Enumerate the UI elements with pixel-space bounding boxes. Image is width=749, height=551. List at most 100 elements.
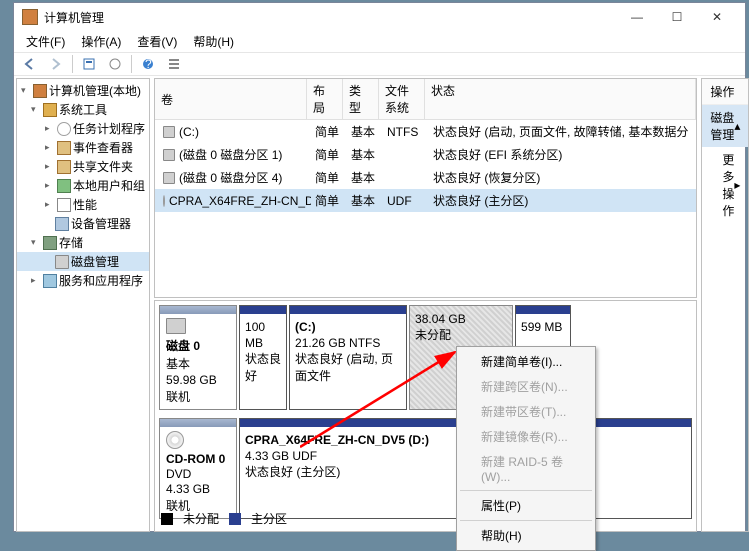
menu-view[interactable]: 查看(V) bbox=[131, 31, 183, 52]
titlebar: 计算机管理 — ☐ ✕ bbox=[14, 3, 745, 31]
cell-status: 状态良好 (主分区) bbox=[429, 191, 692, 210]
table-row[interactable]: (C:) 简单 基本 NTFS 状态良好 (启动, 页面文件, 故障转储, 基本… bbox=[155, 120, 696, 143]
tree-storage[interactable]: ▾ 存储 bbox=[17, 233, 149, 252]
expand-icon[interactable]: ▸ bbox=[45, 142, 55, 153]
table-row[interactable]: (磁盘 0 磁盘分区 1) 简单 基本 状态良好 (EFI 系统分区) bbox=[155, 143, 696, 166]
volume-list[interactable]: 卷 布局 类型 文件系统 状态 (C:) 简单 基本 NTFS 状态良好 (启动… bbox=[154, 78, 697, 298]
menu-help[interactable]: 帮助(H) bbox=[459, 523, 593, 548]
col-type[interactable]: 类型 bbox=[343, 79, 379, 119]
expand-icon[interactable]: ▾ bbox=[21, 85, 31, 96]
nav-tree[interactable]: ▾ 计算机管理(本地) ▾ 系统工具 ▸ 任务计划程序 ▸ 事件查看器 ▸ bbox=[16, 78, 150, 532]
tree-disk-management[interactable]: 磁盘管理 bbox=[17, 252, 149, 271]
menu-separator bbox=[460, 490, 592, 491]
cell-status: 状态良好 (EFI 系统分区) bbox=[429, 145, 692, 164]
tree-label: 事件查看器 bbox=[73, 139, 133, 156]
actions-selection: 磁盘管理 ▴ bbox=[702, 105, 748, 147]
cell-layout: 简单 bbox=[311, 191, 347, 210]
tools-icon bbox=[43, 103, 57, 117]
disk-icon bbox=[163, 172, 175, 184]
disk-header-bar bbox=[160, 306, 236, 314]
minimize-button[interactable]: — bbox=[617, 3, 657, 31]
disk-icon bbox=[163, 149, 175, 161]
list-button[interactable] bbox=[162, 53, 186, 75]
context-menu: 新建简单卷(I)... 新建跨区卷(N)... 新建带区卷(T)... 新建镜像… bbox=[456, 346, 596, 551]
cdrom-info[interactable]: CD-ROM 0 DVD 4.33 GB 联机 bbox=[159, 418, 237, 519]
help-button[interactable]: ? bbox=[136, 53, 160, 75]
menu-action[interactable]: 操作(A) bbox=[75, 31, 127, 52]
clock-icon bbox=[57, 122, 71, 136]
partition-bar bbox=[516, 306, 570, 314]
expand-icon[interactable]: ▸ bbox=[45, 161, 55, 172]
cell-fs: NTFS bbox=[383, 124, 429, 140]
toolbar-separator bbox=[131, 55, 132, 73]
disk-info[interactable]: 磁盘 0 基本 59.98 GB 联机 bbox=[159, 305, 237, 410]
tree-label: 服务和应用程序 bbox=[59, 272, 143, 289]
partition-bar bbox=[290, 306, 406, 314]
tree-task-scheduler[interactable]: ▸ 任务计划程序 bbox=[17, 119, 149, 138]
actions-more[interactable]: 更多操作 ▸ bbox=[702, 147, 748, 223]
menu-separator bbox=[460, 520, 592, 521]
tree-device-manager[interactable]: 设备管理器 bbox=[17, 214, 149, 233]
menu-file[interactable]: 文件(F) bbox=[20, 31, 71, 52]
disk-label: CD-ROM 0 bbox=[166, 452, 230, 466]
part-status: 状态良好 (启动, 页面文件 bbox=[295, 351, 401, 383]
col-volume[interactable]: 卷 bbox=[155, 79, 307, 119]
partition-c[interactable]: (C:) 21.26 GB NTFS 状态良好 (启动, 页面文件 bbox=[289, 305, 407, 410]
tree-event-viewer[interactable]: ▸ 事件查看器 bbox=[17, 138, 149, 157]
menu-help[interactable]: 帮助(H) bbox=[187, 31, 240, 52]
disk-kind: 基本 bbox=[166, 355, 230, 372]
refresh-button[interactable] bbox=[77, 53, 101, 75]
back-button[interactable] bbox=[18, 53, 42, 75]
tree-performance[interactable]: ▸ 性能 bbox=[17, 195, 149, 214]
part-status: 状态良好 bbox=[245, 351, 281, 383]
col-status[interactable]: 状态 bbox=[425, 79, 696, 119]
maximize-button[interactable]: ☐ bbox=[657, 3, 697, 31]
close-button[interactable]: ✕ bbox=[697, 3, 737, 31]
tree-root[interactable]: ▾ 计算机管理(本地) bbox=[17, 81, 149, 100]
expand-icon[interactable]: ▾ bbox=[31, 104, 41, 115]
menu-new-simple-volume[interactable]: 新建简单卷(I)... bbox=[459, 349, 593, 374]
toolbar: ? bbox=[14, 53, 745, 76]
partition-efi[interactable]: 100 MB 状态良好 bbox=[239, 305, 287, 410]
tree-label: 本地用户和组 bbox=[73, 177, 145, 194]
tree-label: 存储 bbox=[59, 234, 83, 251]
computer-icon bbox=[33, 84, 47, 98]
col-layout[interactable]: 布局 bbox=[307, 79, 343, 119]
tree-label: 设备管理器 bbox=[71, 215, 131, 232]
expand-icon[interactable]: ▸ bbox=[45, 180, 55, 191]
tree-shared-folders[interactable]: ▸ 共享文件夹 bbox=[17, 157, 149, 176]
disk-icon bbox=[166, 318, 186, 334]
expand-icon[interactable]: ▾ bbox=[31, 237, 41, 248]
part-size: 38.04 GB bbox=[415, 311, 507, 327]
col-filesystem[interactable]: 文件系统 bbox=[379, 79, 425, 119]
disk-icon bbox=[163, 126, 175, 138]
menu-properties[interactable]: 属性(P) bbox=[459, 493, 593, 518]
expand-icon[interactable]: ▸ bbox=[45, 199, 55, 210]
tree-system-tools[interactable]: ▾ 系统工具 bbox=[17, 100, 149, 119]
tree-services[interactable]: ▸ 服务和应用程序 bbox=[17, 271, 149, 290]
cell-type: 基本 bbox=[347, 191, 383, 210]
tree-local-users[interactable]: ▸ 本地用户和组 bbox=[17, 176, 149, 195]
expand-icon[interactable]: ▸ bbox=[31, 275, 41, 286]
disk-row-cdrom: CD-ROM 0 DVD 4.33 GB 联机 CPRA_X64FRE_ZH-C… bbox=[159, 418, 692, 519]
cell-status: 状态良好 (启动, 页面文件, 故障转储, 基本数据分 bbox=[429, 122, 692, 141]
part-size: 21.26 GB NTFS bbox=[295, 335, 401, 351]
legend-swatch-unallocated bbox=[161, 513, 173, 525]
cell-fs bbox=[383, 154, 429, 156]
disk-state: 联机 bbox=[166, 388, 230, 405]
cell-volume: (磁盘 0 磁盘分区 4) bbox=[179, 169, 282, 186]
legend: 未分配 主分区 bbox=[161, 510, 287, 527]
toolbar-separator bbox=[72, 55, 73, 73]
forward-button[interactable] bbox=[44, 53, 68, 75]
cell-volume: (C:) bbox=[179, 125, 199, 139]
cell-layout: 简单 bbox=[311, 145, 347, 164]
disk-icon bbox=[55, 255, 69, 269]
table-row[interactable]: CPRA_X64FRE_ZH-CN_DV5 (D:) 简单 基本 UDF 状态良… bbox=[155, 189, 696, 212]
table-row[interactable]: (磁盘 0 磁盘分区 4) 简单 基本 状态良好 (恢复分区) bbox=[155, 166, 696, 189]
expand-icon[interactable]: ▸ bbox=[45, 123, 55, 134]
disk-size: 59.98 GB bbox=[166, 373, 230, 387]
actions-selection-label: 磁盘管理 bbox=[710, 109, 734, 143]
tool-button[interactable] bbox=[103, 53, 127, 75]
tree-label: 任务计划程序 bbox=[73, 120, 145, 137]
cell-layout: 简单 bbox=[311, 122, 347, 141]
